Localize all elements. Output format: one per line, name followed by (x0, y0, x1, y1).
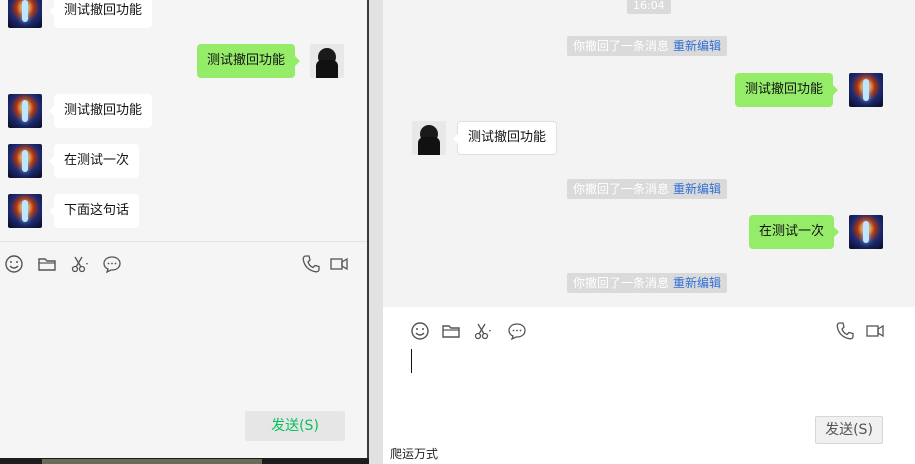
recall-notice-text: 你撤回了一条消息 (573, 39, 670, 53)
reedit-link[interactable]: 重新编辑 (673, 182, 721, 196)
recall-notice: 你撤回了一条消息 重新编辑 (567, 273, 728, 293)
message-bubble[interactable]: 测试撤回功能 (48, 94, 153, 128)
message-bubble-sent[interactable]: 在测试一次 (749, 215, 840, 249)
footer-text: 爬运万式 (390, 447, 439, 461)
contact-avatar[interactable] (8, 0, 42, 28)
right-chat-window: 16:04 你撤回了一条消息 重新编辑 测试撤回功能 测试撤回功能 你撤回了一条消… (369, 0, 915, 464)
message-bubble[interactable]: 测试撤回功能 (48, 0, 153, 28)
contact-avatar[interactable] (412, 121, 446, 155)
message-bubble[interactable]: 测试撤回功能 (452, 121, 558, 155)
scroll-edge (369, 0, 383, 464)
emoji-icon[interactable] (4, 254, 24, 274)
recall-notice-text: 你撤回了一条消息 (573, 182, 670, 196)
message-bubble[interactable]: 在测试一次 (48, 144, 140, 178)
phone-icon[interactable] (301, 254, 321, 274)
reedit-link[interactable]: 重新编辑 (673, 39, 721, 53)
self-avatar[interactable] (849, 215, 883, 249)
self-avatar[interactable] (849, 73, 883, 107)
input-divider (0, 241, 367, 242)
contact-avatar[interactable] (8, 94, 42, 128)
video-icon[interactable] (329, 254, 349, 274)
message-bubble[interactable]: 下面这句话 (48, 194, 140, 228)
message-input[interactable] (0, 280, 367, 400)
message-bubble-sent[interactable]: 测试撤回功能 (197, 44, 301, 78)
reedit-link[interactable]: 重新编辑 (673, 276, 721, 290)
contact-avatar[interactable] (8, 194, 42, 228)
message-input[interactable] (399, 345, 899, 405)
left-chat-window: 测试撤回功能 测试撤回功能 测试撤回功能 在测试一次 下面这句话 发送(S) (0, 0, 367, 458)
phone-icon[interactable] (835, 321, 855, 341)
video-icon[interactable] (865, 321, 885, 341)
recall-notice: 你撤回了一条消息 重新编辑 (567, 179, 728, 199)
taskbar-item (42, 459, 262, 464)
timestamp: 16:04 (627, 0, 671, 14)
chat-bubble-icon[interactable] (507, 321, 527, 341)
recall-notice-text: 你撤回了一条消息 (573, 276, 670, 290)
emoji-icon[interactable] (410, 321, 430, 341)
recall-notice: 你撤回了一条消息 重新编辑 (567, 36, 728, 56)
chat-bubble-icon[interactable] (102, 254, 122, 274)
contact-avatar[interactable] (8, 144, 42, 178)
scissors-icon[interactable] (473, 321, 493, 341)
text-caret (411, 349, 412, 373)
self-avatar[interactable] (310, 44, 344, 78)
send-button[interactable]: 发送(S) (245, 411, 345, 441)
send-button[interactable]: 发送(S) (815, 416, 883, 444)
message-bubble-sent[interactable]: 测试撤回功能 (735, 73, 839, 107)
folder-icon[interactable] (441, 321, 461, 341)
scissors-icon[interactable] (70, 254, 90, 274)
folder-icon[interactable] (37, 254, 57, 274)
